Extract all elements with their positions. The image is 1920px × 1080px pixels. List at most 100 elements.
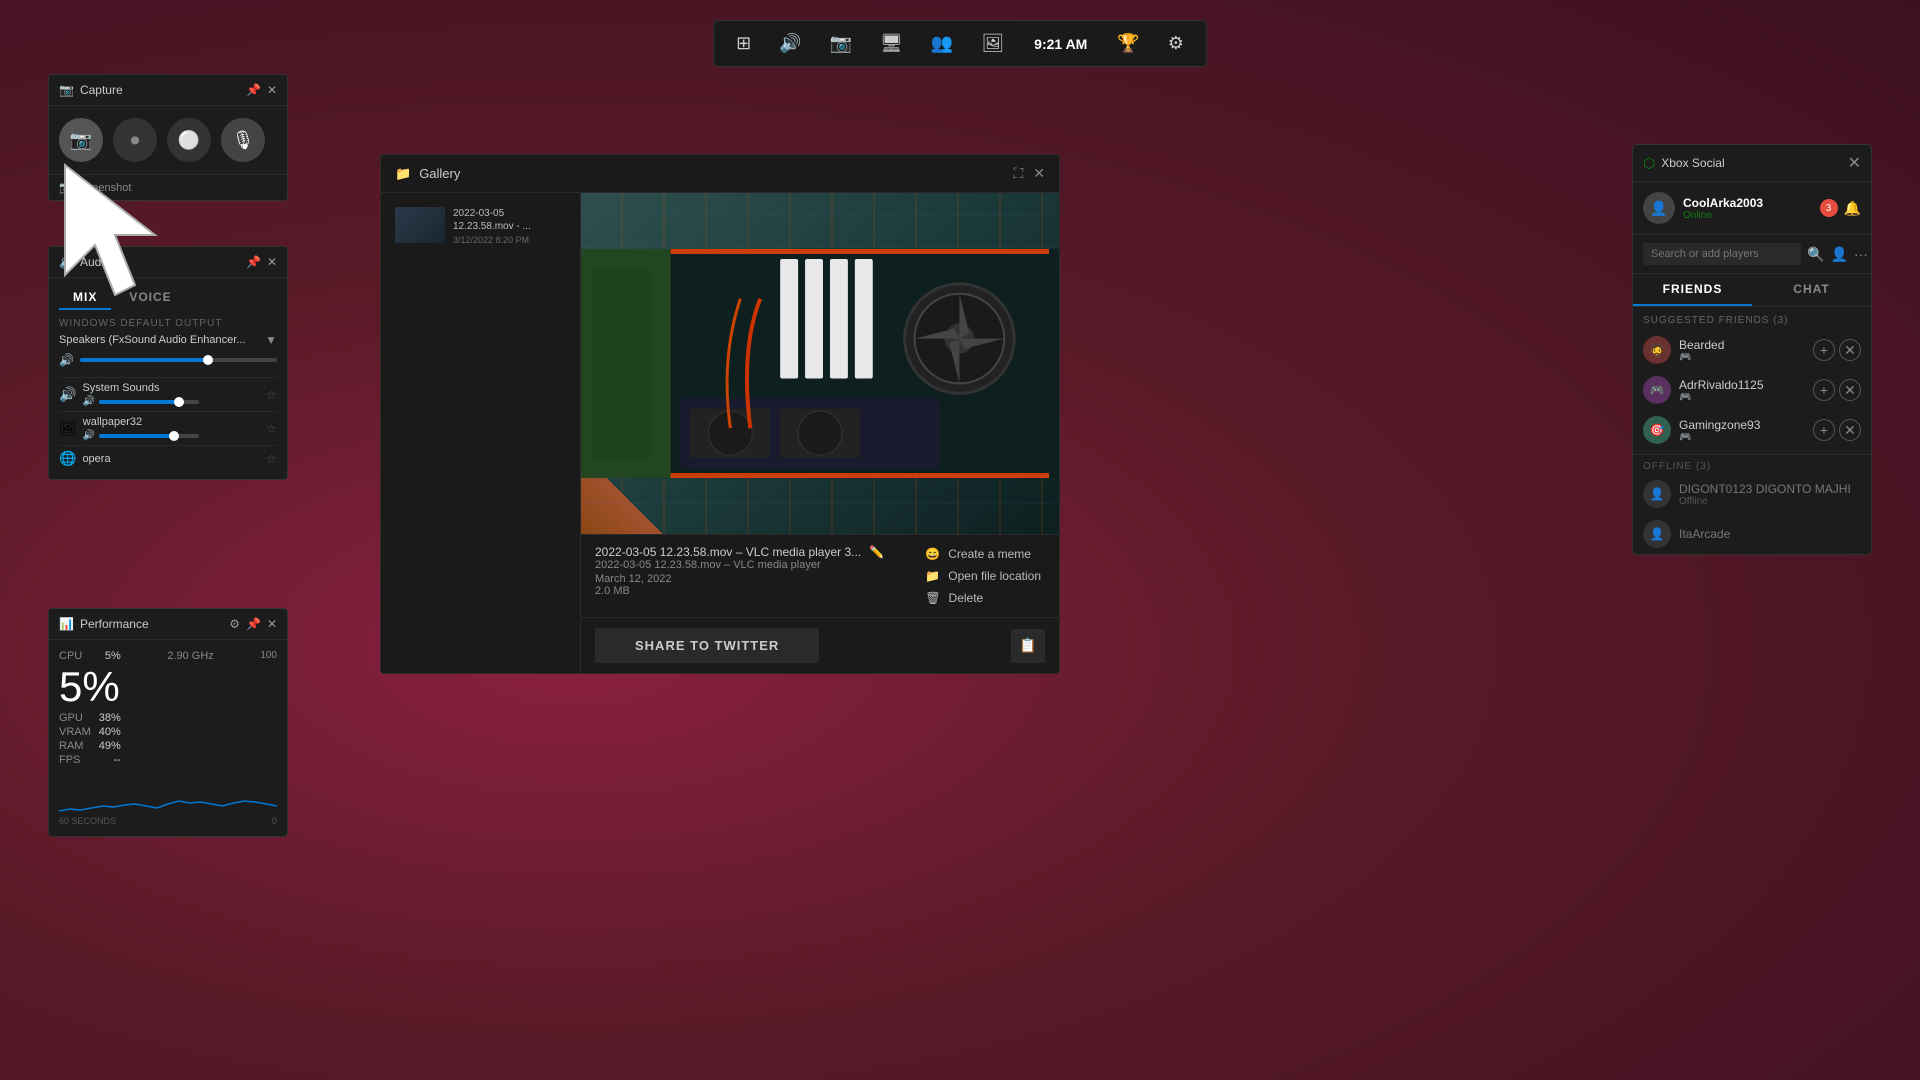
audio-controls: 📌 ✕ — [246, 255, 277, 269]
delete-icon: 🗑 — [925, 591, 940, 605]
gamebar-settings-icon[interactable]: ⚙ — [1162, 29, 1190, 58]
perf-settings-button[interactable]: ⚙ — [229, 617, 240, 631]
gamebar-gallery-icon[interactable]: 🖼 — [975, 29, 1010, 58]
gallery-main: 2022-03-05 12.23.58.mov – VLC media play… — [581, 193, 1059, 673]
perf-close-button[interactable]: ✕ — [267, 617, 277, 631]
open-file-location-button[interactable]: 📁 Open file location — [921, 567, 1045, 585]
delete-button[interactable]: 🗑 Delete — [921, 589, 1045, 607]
perf-title: 📊 Performance — [59, 617, 149, 631]
app-info-wallpaper: 🖼 wallpaper32 🔊 — [59, 416, 199, 441]
perf-header: 📊 Performance ⚙ 📌 ✕ — [49, 609, 287, 640]
gamebar-performance-icon[interactable]: 🖥 — [874, 29, 909, 58]
tab-mix[interactable]: MIX — [59, 286, 111, 310]
performance-widget: 📊 Performance ⚙ 📌 ✕ CPU 5% 5% GPU 38% — [48, 608, 288, 837]
ram-row: RAM 49% — [59, 740, 121, 752]
system-vol-thumb[interactable] — [174, 397, 184, 407]
app-info-system: 🔊 System Sounds 🔊 — [59, 382, 199, 407]
user-status: Online — [1683, 210, 1763, 221]
record-circle-button[interactable]: ⚪ — [167, 118, 211, 162]
tab-voice[interactable]: VOICE — [115, 286, 185, 310]
meta-size: 2.0 MB — [595, 585, 901, 597]
search-input[interactable] — [1643, 243, 1801, 265]
system-vol-row: 🔊 — [82, 396, 198, 407]
graph-time-label: 60 SECONDS — [59, 816, 116, 826]
user-info: 👤 CoolArka2003 Online — [1643, 192, 1763, 224]
record-button[interactable]: ⏺ — [113, 118, 157, 162]
gallery-footer: SHARE TO TWITTER 📋 — [581, 617, 1059, 673]
device-dropdown-icon[interactable]: ▼ — [265, 333, 277, 347]
capture-close-button[interactable]: ✕ — [267, 83, 277, 97]
social-header: ⬡ Xbox Social ✕ — [1633, 145, 1871, 182]
gallery-fullscreen-button[interactable]: ⛶ — [1013, 165, 1023, 182]
mic-off-button[interactable]: 🎙 — [221, 118, 265, 162]
gallery-sidebar: 2022-03-05 12.23.58.mov - ... 3/12/2022 … — [381, 193, 581, 673]
volume-slider-row: 🔊 — [59, 353, 277, 367]
perf-content: CPU 5% 5% GPU 38% VRAM 40% RAM 49% FPS — [49, 640, 287, 836]
gamebar-capture-icon[interactable]: 📷 — [824, 29, 858, 58]
volume-slider[interactable] — [80, 358, 277, 362]
xbox-brand-icon: ⬡ — [1643, 155, 1655, 172]
search-row: 🔍 👤 ··· — [1633, 235, 1871, 274]
bearded-actions: + ✕ — [1813, 339, 1861, 361]
audio-icon: 🔊 — [59, 255, 74, 269]
bearded-sub: 🎮 — [1679, 352, 1724, 363]
fps-label: FPS — [59, 754, 80, 766]
audio-tabs: MIX VOICE — [49, 278, 287, 310]
offline-item-ita: 👤 ItaArcade — [1633, 514, 1871, 554]
system-vol-slider[interactable] — [99, 400, 199, 404]
wallpaper-vol-thumb[interactable] — [169, 431, 179, 441]
add-gamingzone-button[interactable]: + — [1813, 419, 1835, 441]
audio-widget: 🔊 Audio 📌 ✕ MIX VOICE WINDOWS DEFAULT OU… — [48, 246, 288, 480]
audio-pin-button[interactable]: 📌 — [246, 255, 261, 269]
pc-image-svg — [581, 193, 1059, 534]
capture-title: 📷 Capture — [59, 83, 123, 97]
create-meme-button[interactable]: 😄 Create a meme — [921, 545, 1045, 563]
gpu-row: GPU 38% — [59, 712, 121, 724]
gallery-meta: 2022-03-05 12.23.58.mov – VLC media play… — [595, 545, 901, 607]
remove-adr-button[interactable]: ✕ — [1839, 379, 1861, 401]
gallery-thumbnail-item[interactable]: 2022-03-05 12.23.58.mov - ... 3/12/2022 … — [389, 201, 572, 251]
tab-friends[interactable]: FRIENDS — [1633, 274, 1752, 306]
capture-buttons-row: 📷 ⏺ ⚪ 🎙 — [49, 106, 287, 174]
gamebar-social-icon[interactable]: 👥 — [925, 29, 959, 58]
opera-favorite-icon[interactable]: ☆ — [266, 452, 277, 466]
screenshot-button[interactable]: 📷 — [59, 118, 103, 162]
gamebar-widgets-icon[interactable]: ⊞ — [730, 29, 757, 58]
gallery-close-button[interactable]: ✕ — [1033, 165, 1045, 182]
windows-default-label: WINDOWS DEFAULT OUTPUT — [59, 318, 277, 329]
audio-close-button[interactable]: ✕ — [267, 255, 277, 269]
social-close-button[interactable]: ✕ — [1848, 153, 1861, 173]
capture-widget: 📷 Capture 📌 ✕ 📷 ⏺ ⚪ 🎙 📷 Screenshot — [48, 74, 288, 201]
share-twitter-button[interactable]: SHARE TO TWITTER — [595, 628, 819, 663]
gamingzone-avatar: 🎯 — [1643, 416, 1671, 444]
perf-pin-button[interactable]: 📌 — [246, 617, 261, 631]
edit-icon[interactable]: ✏️ — [869, 545, 884, 559]
copy-button[interactable]: 📋 — [1011, 629, 1045, 663]
more-options-icon[interactable]: ··· — [1854, 246, 1868, 262]
add-friend-icon[interactable]: 👤 — [1830, 246, 1847, 263]
add-bearded-button[interactable]: + — [1813, 339, 1835, 361]
tab-chat[interactable]: CHAT — [1752, 274, 1871, 306]
wallpaper-favorite-icon[interactable]: ☆ — [266, 422, 277, 436]
capture-footer-label: 📷 Screenshot — [59, 182, 131, 194]
volume-thumb[interactable] — [203, 355, 213, 365]
bell-icon[interactable]: 🔔 — [1844, 200, 1861, 217]
remove-bearded-button[interactable]: ✕ — [1839, 339, 1861, 361]
wallpaper-vol-slider[interactable] — [99, 434, 199, 438]
device-row: Speakers (FxSound Audio Enhancer... ▼ — [59, 333, 277, 347]
system-favorite-icon[interactable]: ☆ — [266, 388, 277, 402]
meme-icon: 😄 — [925, 547, 940, 561]
friend-item-adr: 🎮 AdrRivaldo1125 🎮 + ✕ — [1633, 370, 1871, 410]
social-title: ⬡ Xbox Social — [1643, 155, 1725, 172]
add-adr-button[interactable]: + — [1813, 379, 1835, 401]
gamebar-achievement-icon[interactable]: 🏆 — [1111, 29, 1145, 58]
audio-title: 🔊 Audio — [59, 255, 111, 269]
ram-label: RAM — [59, 740, 83, 752]
app-row-system: 🔊 System Sounds 🔊 ☆ — [59, 377, 277, 411]
gamebar-audio-icon[interactable]: 🔊 — [773, 29, 807, 58]
remove-gamingzone-button[interactable]: ✕ — [1839, 419, 1861, 441]
audio-section: WINDOWS DEFAULT OUTPUT Speakers (FxSound… — [49, 310, 287, 479]
gallery-widget: 📁 Gallery ⛶ ✕ 2022-03-05 12.23.58.mov - … — [380, 154, 1060, 674]
search-icon[interactable]: 🔍 — [1807, 246, 1824, 263]
capture-pin-button[interactable]: 📌 — [246, 83, 261, 97]
